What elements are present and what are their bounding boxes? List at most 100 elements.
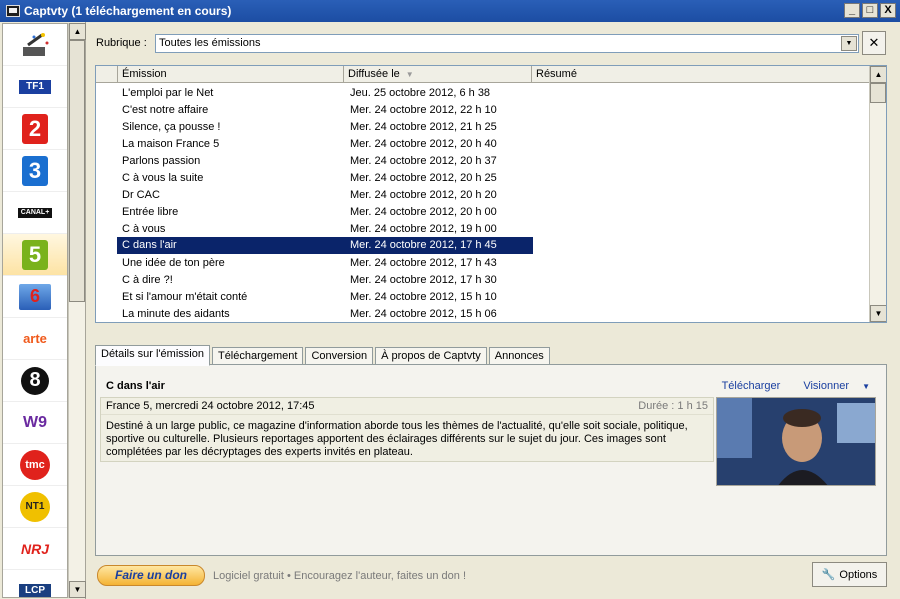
sort-desc-icon: ▼ [405, 70, 414, 79]
minimize-button[interactable]: _ [844, 3, 860, 18]
table-row[interactable]: Silence, ça pousse ! Mer. 24 octobre 2012… [96, 118, 870, 135]
download-link[interactable]: Télécharger [722, 380, 781, 392]
table-row[interactable]: Et si l'amour m'était conté Mer. 24 octob… [96, 288, 870, 305]
row-date: Mer. 24 octobre 2012, 20 h 40 [350, 137, 497, 150]
tf1-label: TF1 [26, 81, 44, 92]
channel-lcp[interactable]: LCP [3, 570, 67, 597]
close-filter-button[interactable]: ✕ [862, 31, 886, 55]
row-emission: C à vous la suite [122, 171, 204, 184]
m6-label: 6 [29, 286, 40, 306]
channel-france2[interactable]: 2 [3, 108, 67, 150]
window-controls: _ □ X [844, 3, 896, 18]
wrench-icon: 🔧 [821, 569, 836, 581]
table-row[interactable]: C dans l'air Mer. 24 octobre 2012, 17 h 4… [96, 237, 870, 254]
tf1-logo: TF1 [19, 79, 51, 94]
table-row[interactable]: C à dire ?! Mer. 24 octobre 2012, 17 h 30 [96, 271, 870, 288]
program-thumbnail [716, 397, 876, 486]
broadcast-info: France 5, mercredi 24 octobre 2012, 17:4… [106, 400, 315, 412]
table-row[interactable]: Dr CAC Mer. 24 octobre 2012, 20 h 20 [96, 186, 870, 203]
arte-label: arte [23, 331, 47, 346]
list-scroll-up-icon[interactable]: ▲ [870, 66, 886, 83]
channel-france3[interactable]: 3 [3, 150, 67, 192]
row-emission: C'est notre affaire [122, 103, 209, 116]
channel-nrj12[interactable]: NRJ [3, 528, 67, 570]
channel-canalplus[interactable]: CANAL+ [3, 192, 67, 234]
table-row[interactable]: Une idée de ton père Mer. 24 octobre 2012… [96, 254, 870, 271]
list-scroll-thumb[interactable] [870, 83, 886, 103]
france3-logo: 3 [22, 155, 48, 186]
maximize-button[interactable]: □ [862, 3, 878, 18]
row-date: Mer. 24 octobre 2012, 21 h 25 [350, 120, 497, 133]
footer-text: Logiciel gratuit • Encouragez l'auteur, … [213, 570, 466, 582]
list-scrollbar[interactable]: ▲ ▼ [869, 66, 886, 322]
channel-france5[interactable]: 5 [3, 234, 67, 276]
header-resume-label: Résumé [536, 68, 577, 80]
channel-tf1[interactable]: TF1 [3, 66, 67, 108]
donate-button[interactable]: Faire un don [97, 565, 205, 586]
table-row[interactable]: C à vous Mer. 24 octobre 2012, 19 h 00 [96, 220, 870, 237]
row-date: Mer. 24 octobre 2012, 15 h 06 [350, 307, 497, 320]
rubrique-dropdown[interactable]: Toutes les émissions ▼ [155, 34, 859, 53]
scroll-up-arrow-icon[interactable]: ▲ [69, 23, 86, 40]
table-row[interactable]: C à vous la suite Mer. 24 octobre 2012, 2… [96, 169, 870, 186]
row-emission: La maison France 5 [122, 137, 220, 150]
table-row[interactable]: Entrée libre Mer. 24 octobre 2012, 20 h 0… [96, 203, 870, 220]
nrj12-label: NRJ [20, 540, 49, 557]
dropdown-arrow-icon[interactable]: ▼ [841, 36, 857, 51]
table-row[interactable]: Parlons passion Mer. 24 octobre 2012, 20 … [96, 152, 870, 169]
channel-wizard[interactable] [3, 24, 67, 66]
chevron-down-icon: ▼ [862, 382, 870, 391]
row-date: Mer. 24 octobre 2012, 15 h 10 [350, 290, 497, 303]
row-date: Mer. 24 octobre 2012, 20 h 37 [350, 154, 497, 167]
wand-icon [23, 32, 49, 56]
channel-nt1[interactable]: NT1 [3, 486, 67, 528]
row-date: Mer. 24 octobre 2012, 22 h 10 [350, 103, 497, 116]
nt1-logo: NT1 [20, 491, 50, 522]
row-date: Jeu. 25 octobre 2012, 6 h 38 [350, 86, 491, 99]
list-rows: L'emploi par le Net Jeu. 25 octobre 2012,… [96, 84, 870, 322]
list-scroll-down-icon[interactable]: ▼ [870, 305, 886, 322]
row-emission: L'emploi par le Net [122, 86, 214, 99]
sidebar-scroll-thumb[interactable] [69, 40, 85, 302]
scroll-down-arrow-icon[interactable]: ▼ [69, 581, 86, 598]
list-header: Émission Diffusée le ▼ Résumé [96, 66, 870, 83]
row-emission: Et si l'amour m'était conté [122, 290, 248, 303]
w9-label: W9 [23, 413, 47, 431]
close-window-button[interactable]: X [880, 3, 896, 18]
tab-details[interactable]: Détails sur l'émission [95, 345, 210, 366]
tmc-logo: tmc [20, 449, 50, 480]
table-row[interactable]: La maison France 5 Mer. 24 octobre 2012, … [96, 135, 870, 152]
duration: Durée : 1 h 15 [638, 400, 708, 412]
table-row[interactable]: La minute des aidants Mer. 24 octobre 201… [96, 305, 870, 322]
options-button[interactable]: 🔧 Options [812, 562, 887, 587]
w9-logo: W9 [23, 414, 47, 432]
canalplus-label: CANAL+ [20, 209, 50, 216]
lcp-logo: LCP [19, 583, 51, 597]
channel-w9[interactable]: W9 [3, 402, 67, 444]
row-emission: Une idée de ton père [122, 256, 225, 269]
nrj12-logo: NRJ [21, 541, 49, 557]
row-emission: C à dire ?! [122, 273, 173, 286]
row-date: Mer. 24 octobre 2012, 17 h 30 [350, 273, 497, 286]
sidebar-scrollbar[interactable]: ▲ ▼ [68, 23, 86, 598]
channel-m6[interactable]: 6 [3, 276, 67, 318]
d8-label: 8 [29, 369, 41, 391]
row-emission: La minute des aidants [122, 307, 230, 320]
lcp-label: LCP [25, 585, 45, 596]
header-emission[interactable]: Émission [118, 66, 344, 82]
canalplus-logo: CANAL+ [18, 207, 52, 218]
channel-d8[interactable]: 8 [3, 360, 67, 402]
row-emission: Parlons passion [122, 154, 201, 167]
header-date[interactable]: Diffusée le ▼ [344, 66, 532, 82]
table-row[interactable]: L'emploi par le Net Jeu. 25 octobre 2012,… [96, 84, 870, 101]
program-list: Émission Diffusée le ▼ Résumé L'emploi pa… [95, 65, 887, 323]
table-row[interactable]: C'est notre affaire Mer. 24 octobre 2012,… [96, 101, 870, 118]
header-resume[interactable]: Résumé [532, 66, 870, 82]
view-link[interactable]: Visionner ▼ [793, 380, 870, 392]
channel-list: TF1 2 3 CANAL+ 5 6 arte 8 W9 tmc NT1 NRJ… [2, 23, 68, 598]
channel-arte[interactable]: arte [3, 318, 67, 360]
details-panel: C dans l'air Télécharger Visionner ▼ Fra… [95, 364, 887, 556]
channel-tmc[interactable]: tmc [3, 444, 67, 486]
row-date: Mer. 24 octobre 2012, 20 h 00 [350, 205, 497, 218]
arte-logo: arte [23, 331, 47, 346]
